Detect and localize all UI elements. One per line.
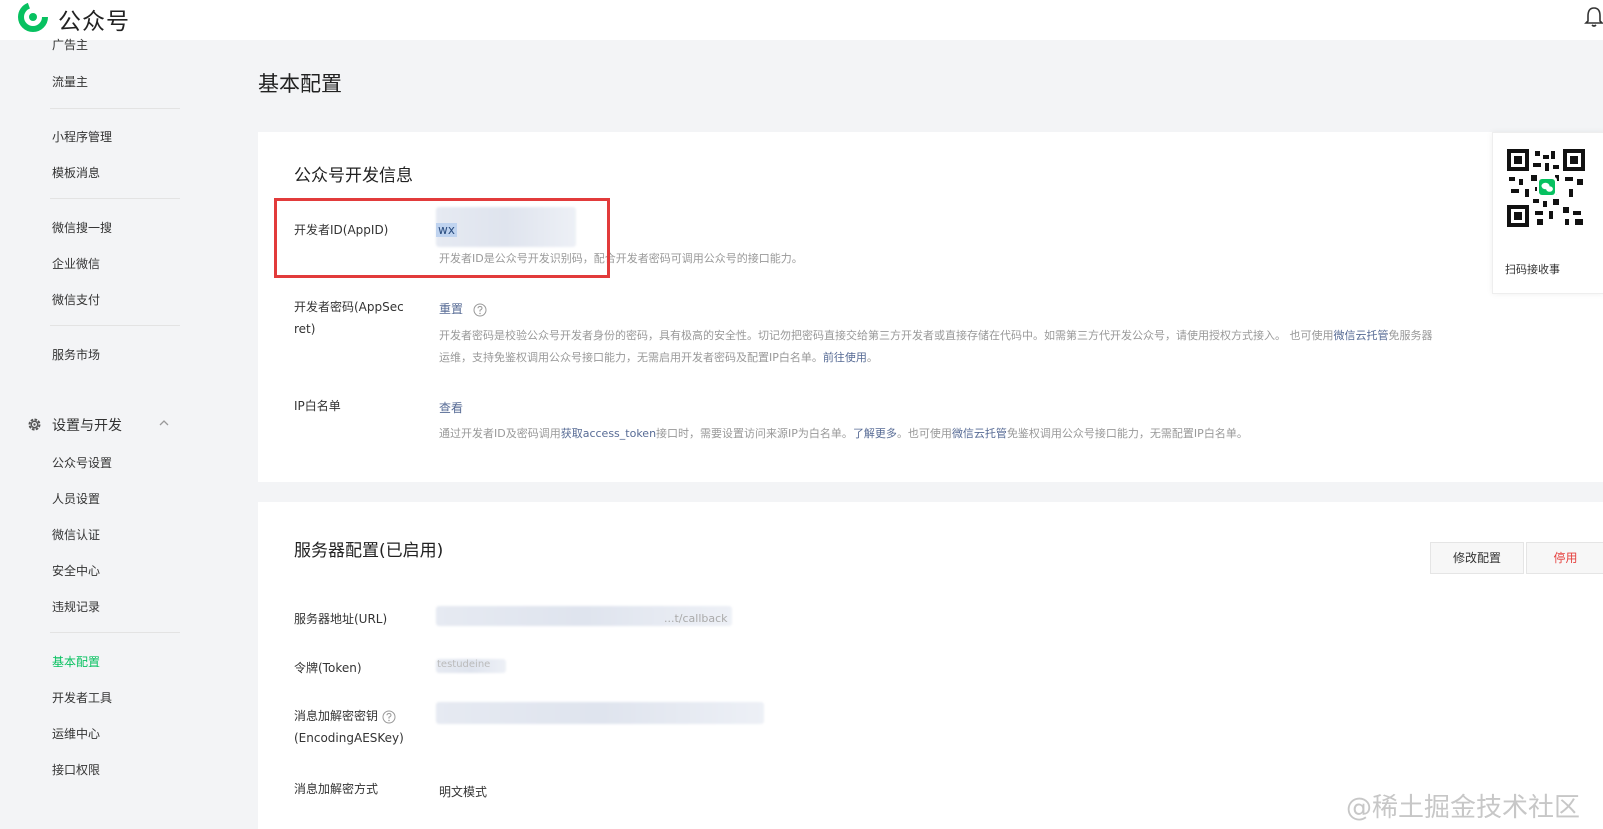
- sidebar-item-basic-config[interactable]: 基本配置: [52, 653, 100, 670]
- sidebar-section-label: 设置与开发: [52, 418, 122, 434]
- sidebar-item-advertiser[interactable]: 广告主: [52, 36, 88, 53]
- appsecret-actions: 重置: [439, 300, 487, 317]
- reset-secret-link[interactable]: 重置: [439, 302, 463, 316]
- qr-caption: 扫码接收事: [1505, 263, 1560, 276]
- gear-icon: [28, 418, 41, 431]
- appsecret-description-line1: 开发者密码是校验公众号开发者身份的密码，具有极高的安全性。切记勿把密码直接交给第…: [439, 329, 1433, 342]
- disable-button[interactable]: 停用: [1526, 542, 1603, 574]
- help-icon[interactable]: [382, 710, 396, 724]
- qr-code-icon: [1507, 149, 1585, 227]
- sidebar-divider: [50, 198, 180, 199]
- encrypt-mode-label: 消息加解密方式: [294, 782, 379, 796]
- sidebar-item-security-center[interactable]: 安全中心: [52, 562, 100, 579]
- cloud-hosting-link-2[interactable]: 微信云托管: [952, 427, 1007, 440]
- chevron-up-icon: [159, 420, 169, 426]
- sidebar-item-template-message[interactable]: 模板消息: [52, 164, 100, 181]
- server-config-title: 服务器配置(已启用): [294, 541, 444, 561]
- sidebar-item-miniprogram[interactable]: 小程序管理: [52, 128, 112, 145]
- sidebar-item-account-settings[interactable]: 公众号设置: [52, 454, 112, 471]
- sidebar-divider: [50, 325, 180, 326]
- appsecret-label: 开发者密码(AppSec ret): [294, 300, 404, 336]
- ip-whitelist-description: 通过开发者ID及密码调用获取access_token接口时，需要设置访问来源IP…: [439, 427, 1248, 440]
- encrypt-mode-value: 明文模式: [439, 785, 488, 799]
- bell-icon[interactable]: [1584, 6, 1603, 28]
- watermark: @稀土掘金技术社区: [1346, 793, 1581, 823]
- learn-more-link[interactable]: 了解更多: [853, 427, 897, 440]
- sidebar-item-wechat-search[interactable]: 微信搜一搜: [52, 219, 112, 236]
- top-bar: 公众号: [0, 0, 1603, 40]
- cloud-hosting-link[interactable]: 微信云托管: [1334, 329, 1389, 342]
- sidebar-divider: [50, 632, 180, 633]
- sidebar-item-ops-center[interactable]: 运维中心: [52, 725, 100, 742]
- qr-panel: 扫码接收事: [1492, 132, 1603, 294]
- annotation-highlight-box: [274, 198, 610, 278]
- sidebar-item-violation-records[interactable]: 违规记录: [52, 598, 100, 615]
- appsecret-description-line2: 运维，支持免鉴权调用公众号接口能力，无需启用开发者密码及配置IP白名单。前往使用…: [439, 351, 878, 364]
- server-url-value: ...t/callback: [664, 612, 728, 625]
- token-value: testudeine: [437, 659, 491, 670]
- sidebar-item-api-permissions[interactable]: 接口权限: [52, 761, 100, 778]
- sidebar-section-settings-dev[interactable]: 设置与开发: [24, 414, 184, 436]
- aes-key-redacted: [436, 702, 764, 724]
- ip-whitelist-label: IP白名单: [294, 399, 341, 413]
- server-url-label: 服务器地址(URL): [294, 612, 388, 626]
- go-use-link[interactable]: 前往使用: [823, 351, 867, 364]
- sidebar: 广告主 流量主 小程序管理 模板消息 微信搜一搜 企业微信 微信支付 服务市场 …: [0, 38, 232, 829]
- sidebar-item-wechat-pay[interactable]: 微信支付: [52, 291, 100, 308]
- edit-config-button[interactable]: 修改配置: [1430, 542, 1524, 574]
- help-icon[interactable]: [473, 303, 487, 317]
- brand-title: 公众号: [58, 9, 130, 35]
- sidebar-item-wechat-verify[interactable]: 微信认证: [52, 526, 100, 543]
- dev-info-title: 公众号开发信息: [294, 166, 413, 186]
- sidebar-item-member-settings[interactable]: 人员设置: [52, 490, 100, 507]
- sidebar-item-dev-tools[interactable]: 开发者工具: [52, 689, 112, 706]
- token-label: 令牌(Token): [294, 661, 362, 675]
- sidebar-item-wecom[interactable]: 企业微信: [52, 255, 100, 272]
- access-token-link[interactable]: 获取access_token: [561, 427, 656, 440]
- page-title: 基本配置: [258, 72, 342, 96]
- sidebar-divider: [50, 108, 180, 109]
- ip-whitelist-view-link[interactable]: 查看: [439, 399, 463, 416]
- sidebar-item-publisher[interactable]: 流量主: [52, 73, 88, 90]
- aes-key-label: 消息加解密密钥 (EncodingAESKey): [294, 709, 404, 745]
- sidebar-item-service-market[interactable]: 服务市场: [52, 346, 100, 363]
- wechat-mp-logo-icon: [18, 2, 48, 32]
